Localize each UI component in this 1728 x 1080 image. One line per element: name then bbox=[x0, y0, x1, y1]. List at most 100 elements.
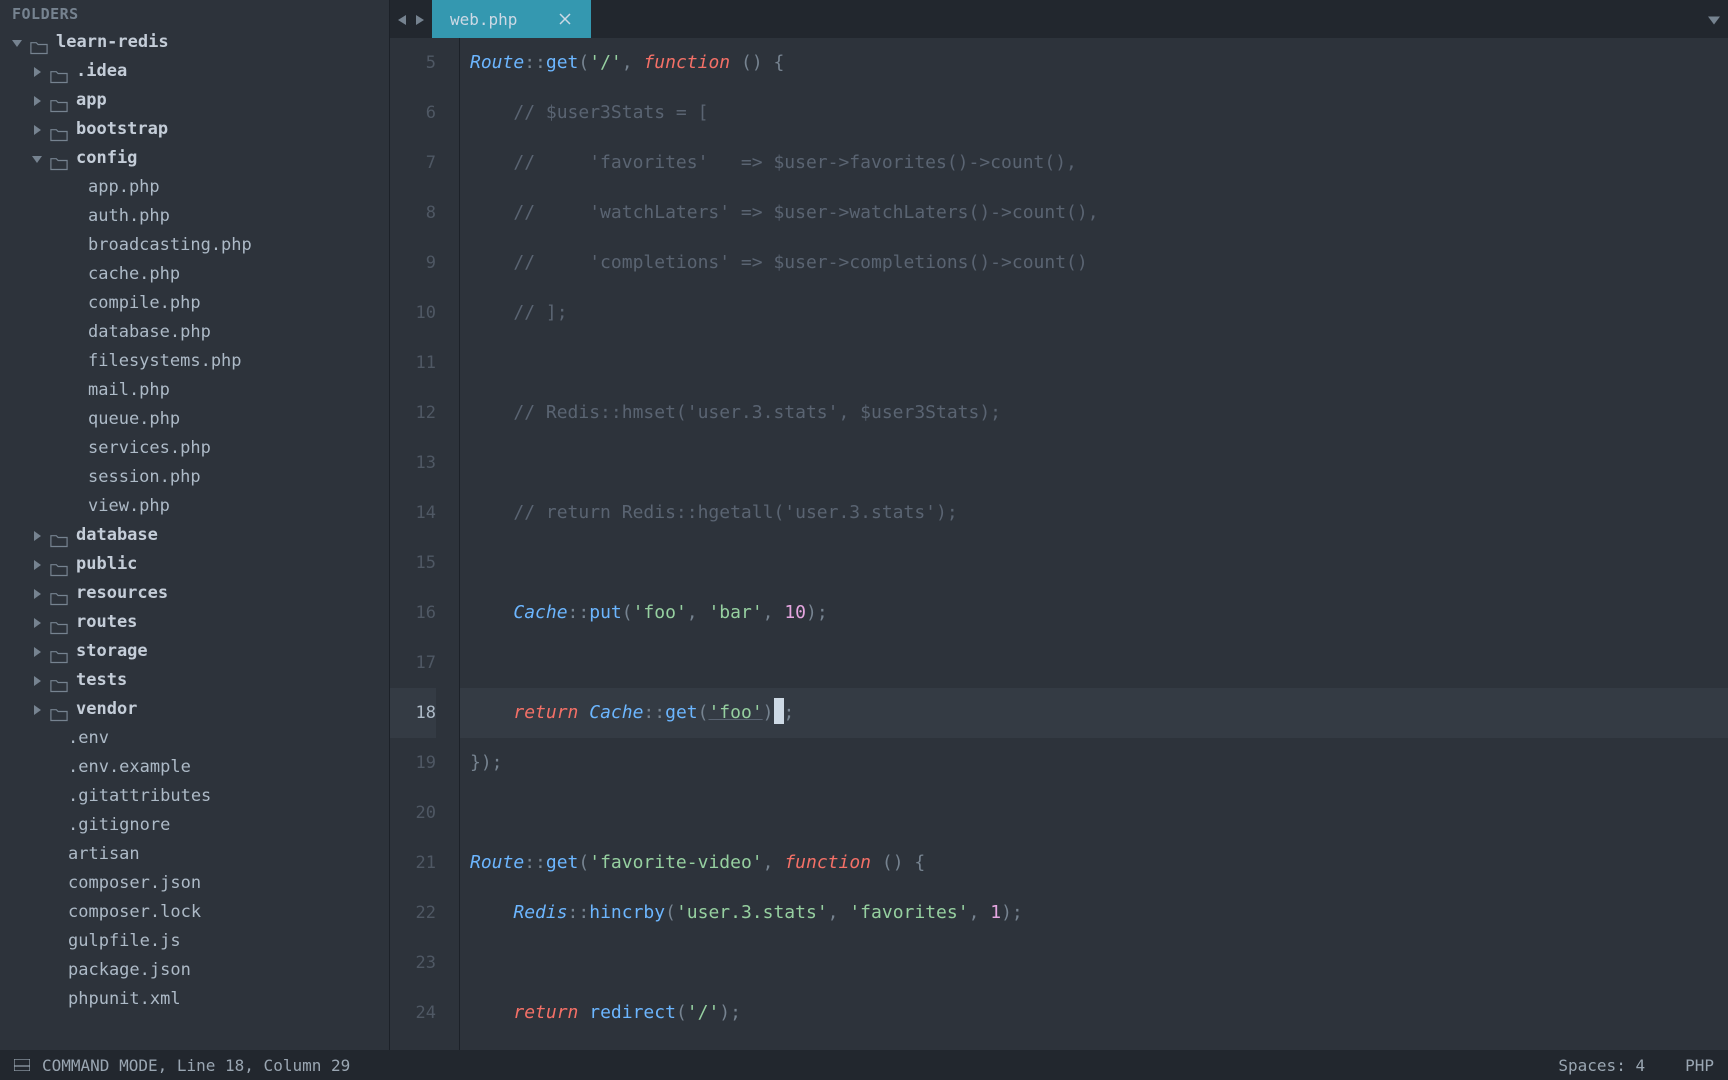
folder-row[interactable]: bootstrap bbox=[0, 115, 389, 144]
chevron-right-icon[interactable] bbox=[30, 645, 44, 659]
tab-active[interactable]: web.php bbox=[432, 0, 591, 38]
line-number: 22 bbox=[390, 888, 436, 938]
token-punct: ); bbox=[806, 602, 828, 623]
status-mode[interactable]: COMMAND MODE, Line 18, Column 29 bbox=[42, 1056, 350, 1075]
file-row[interactable]: view.php bbox=[0, 492, 389, 521]
file-row[interactable]: phpunit.xml bbox=[0, 985, 389, 1014]
folder-row[interactable]: vendor bbox=[0, 695, 389, 724]
file-row[interactable]: package.json bbox=[0, 956, 389, 985]
tab-history-back-icon[interactable] bbox=[398, 10, 408, 29]
folder-row[interactable]: routes bbox=[0, 608, 389, 637]
code-line[interactable]: // 'watchLaters' => $user->watchLaters()… bbox=[460, 188, 1728, 238]
file-row[interactable]: compile.php bbox=[0, 289, 389, 318]
token-punct: ( bbox=[676, 1002, 687, 1023]
chevron-right-icon[interactable] bbox=[30, 65, 44, 79]
chevron-right-icon[interactable] bbox=[30, 703, 44, 717]
code-line[interactable]: return Cache::get('foo'); bbox=[460, 688, 1728, 738]
line-number: 15 bbox=[390, 538, 436, 588]
token-string: '/' bbox=[589, 52, 622, 73]
tab-history-forward-icon[interactable] bbox=[414, 10, 424, 29]
file-row[interactable]: services.php bbox=[0, 434, 389, 463]
token-punct: ( bbox=[622, 602, 633, 623]
chevron-right-icon[interactable] bbox=[30, 616, 44, 630]
token-func: get bbox=[546, 52, 579, 73]
folder-row[interactable]: app bbox=[0, 86, 389, 115]
file-row[interactable]: artisan bbox=[0, 840, 389, 869]
folder-row[interactable]: resources bbox=[0, 579, 389, 608]
code-line[interactable]: Route::get('favorite-video', function ()… bbox=[460, 838, 1728, 888]
code-line[interactable] bbox=[460, 438, 1728, 488]
code-lines[interactable]: Route::get('/', function () { // $user3S… bbox=[460, 38, 1728, 1050]
folder-row[interactable]: public bbox=[0, 550, 389, 579]
file-row[interactable]: database.php bbox=[0, 318, 389, 347]
code-line[interactable] bbox=[460, 538, 1728, 588]
file-row[interactable]: .env bbox=[0, 724, 389, 753]
panel-switch-icon[interactable] bbox=[14, 1056, 30, 1075]
folder-row[interactable]: database bbox=[0, 521, 389, 550]
chevron-right-icon[interactable] bbox=[30, 587, 44, 601]
folder-tree[interactable]: learn-redis.ideaappbootstrapconfigapp.ph… bbox=[0, 28, 389, 1050]
code-line[interactable]: // return Redis::hgetall('user.3.stats')… bbox=[460, 488, 1728, 538]
folder-label: config bbox=[76, 144, 137, 173]
code-line[interactable] bbox=[460, 938, 1728, 988]
token-plain bbox=[470, 302, 513, 323]
line-number: 16 bbox=[390, 588, 436, 638]
file-row[interactable]: auth.php bbox=[0, 202, 389, 231]
token-plain bbox=[470, 702, 513, 723]
file-row[interactable]: composer.lock bbox=[0, 898, 389, 927]
token-punct: , bbox=[622, 52, 644, 73]
line-number: 7 bbox=[390, 138, 436, 188]
file-row[interactable]: session.php bbox=[0, 463, 389, 492]
chevron-right-icon[interactable] bbox=[30, 529, 44, 543]
folder-icon bbox=[50, 94, 68, 108]
code-line[interactable]: }); bbox=[460, 738, 1728, 788]
token-punct: }); bbox=[470, 752, 503, 773]
code-line[interactable] bbox=[460, 338, 1728, 388]
status-indent[interactable]: Spaces: 4 bbox=[1558, 1056, 1645, 1075]
file-row[interactable]: gulpfile.js bbox=[0, 927, 389, 956]
file-row[interactable]: queue.php bbox=[0, 405, 389, 434]
file-row[interactable]: filesystems.php bbox=[0, 347, 389, 376]
token-plain bbox=[470, 602, 513, 623]
file-row[interactable]: .gitignore bbox=[0, 811, 389, 840]
file-row[interactable]: app.php bbox=[0, 173, 389, 202]
file-row[interactable]: mail.php bbox=[0, 376, 389, 405]
code-line[interactable]: Cache::put('foo', 'bar', 10); bbox=[460, 588, 1728, 638]
code-line[interactable]: // ]; bbox=[460, 288, 1728, 338]
file-row[interactable]: cache.php bbox=[0, 260, 389, 289]
file-row[interactable]: .gitattributes bbox=[0, 782, 389, 811]
folder-label: database bbox=[76, 521, 158, 550]
code-line[interactable]: }); bbox=[460, 1038, 1728, 1050]
file-row[interactable]: .env.example bbox=[0, 753, 389, 782]
token-plain bbox=[470, 202, 513, 223]
code-line[interactable]: Route::get('/', function () { bbox=[460, 38, 1728, 88]
code-line[interactable] bbox=[460, 638, 1728, 688]
folder-row[interactable]: .idea bbox=[0, 57, 389, 86]
code-area[interactable]: 5678910111213141516171819202122232425 Ro… bbox=[390, 38, 1728, 1050]
chevron-right-icon[interactable] bbox=[30, 94, 44, 108]
file-row[interactable]: composer.json bbox=[0, 869, 389, 898]
token-func: hincrby bbox=[589, 902, 665, 923]
file-row[interactable]: broadcasting.php bbox=[0, 231, 389, 260]
folder-row[interactable]: config bbox=[0, 144, 389, 173]
code-line[interactable]: // 'favorites' => $user->favorites()->co… bbox=[460, 138, 1728, 188]
chevron-down-icon[interactable] bbox=[30, 152, 44, 166]
code-line[interactable]: return redirect('/'); bbox=[460, 988, 1728, 1038]
folder-row[interactable]: learn-redis bbox=[0, 28, 389, 57]
chevron-right-icon[interactable] bbox=[30, 674, 44, 688]
tab-overflow-icon[interactable] bbox=[1708, 10, 1720, 29]
code-line[interactable]: // $user3Stats = [ bbox=[460, 88, 1728, 138]
file-label: composer.json bbox=[68, 869, 201, 898]
code-line[interactable]: Redis::hincrby('user.3.stats', 'favorite… bbox=[460, 888, 1728, 938]
file-label: auth.php bbox=[88, 202, 170, 231]
chevron-down-icon[interactable] bbox=[10, 36, 24, 50]
folder-row[interactable]: storage bbox=[0, 637, 389, 666]
folder-row[interactable]: tests bbox=[0, 666, 389, 695]
close-icon[interactable] bbox=[557, 11, 573, 27]
chevron-right-icon[interactable] bbox=[30, 123, 44, 137]
code-line[interactable] bbox=[460, 788, 1728, 838]
status-language[interactable]: PHP bbox=[1685, 1056, 1714, 1075]
code-line[interactable]: // 'completions' => $user->completions()… bbox=[460, 238, 1728, 288]
code-line[interactable]: // Redis::hmset('user.3.stats', $user3St… bbox=[460, 388, 1728, 438]
chevron-right-icon[interactable] bbox=[30, 558, 44, 572]
